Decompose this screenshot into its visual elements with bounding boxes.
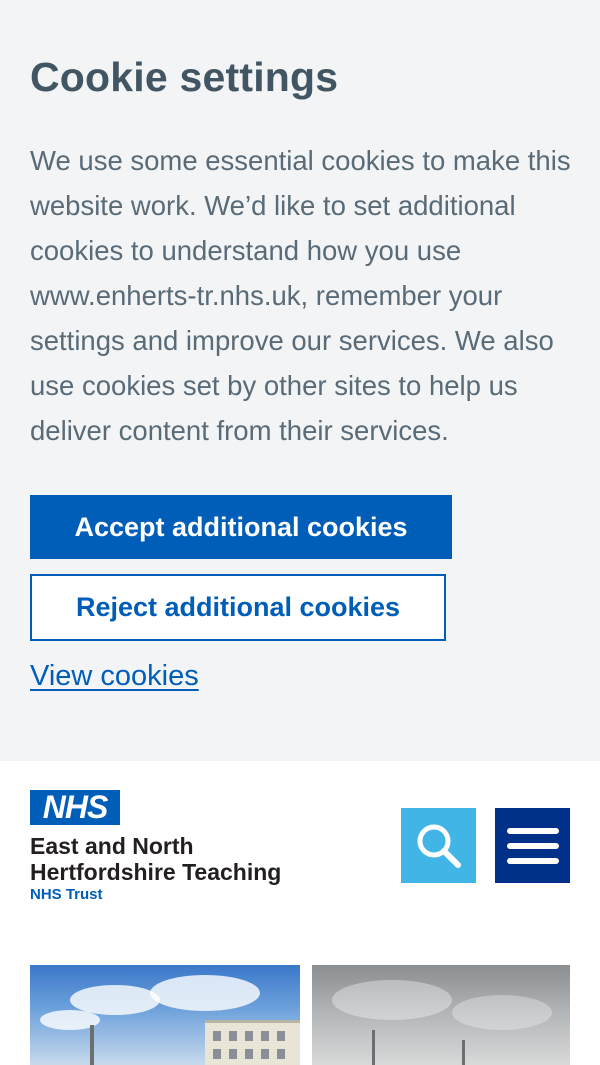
org-subtitle: NHS Trust [30,886,103,903]
cookie-banner: Cookie settings We use some essential co… [0,0,600,761]
nhs-logo[interactable]: NHS [30,789,120,825]
hospital-building-image [30,965,300,1065]
reject-cookies-button[interactable]: Reject additional cookies [30,574,446,641]
view-cookies-link[interactable]: View cookies [30,660,199,693]
search-button[interactable] [401,808,476,883]
search-icon [417,824,461,868]
menu-button[interactable] [495,808,570,883]
accept-cookies-button[interactable]: Accept additional cookies [30,495,452,559]
org-name-line-1: East and North [30,833,194,859]
cookie-banner-description: We use some essential cookies to make th… [30,145,571,446]
org-name-line-2: Hertfordshire Teaching [30,859,282,885]
hamburger-menu-icon [506,827,559,864]
cookie-banner-title: Cookie settings [30,54,339,100]
hospital-exterior-image [312,965,570,1065]
